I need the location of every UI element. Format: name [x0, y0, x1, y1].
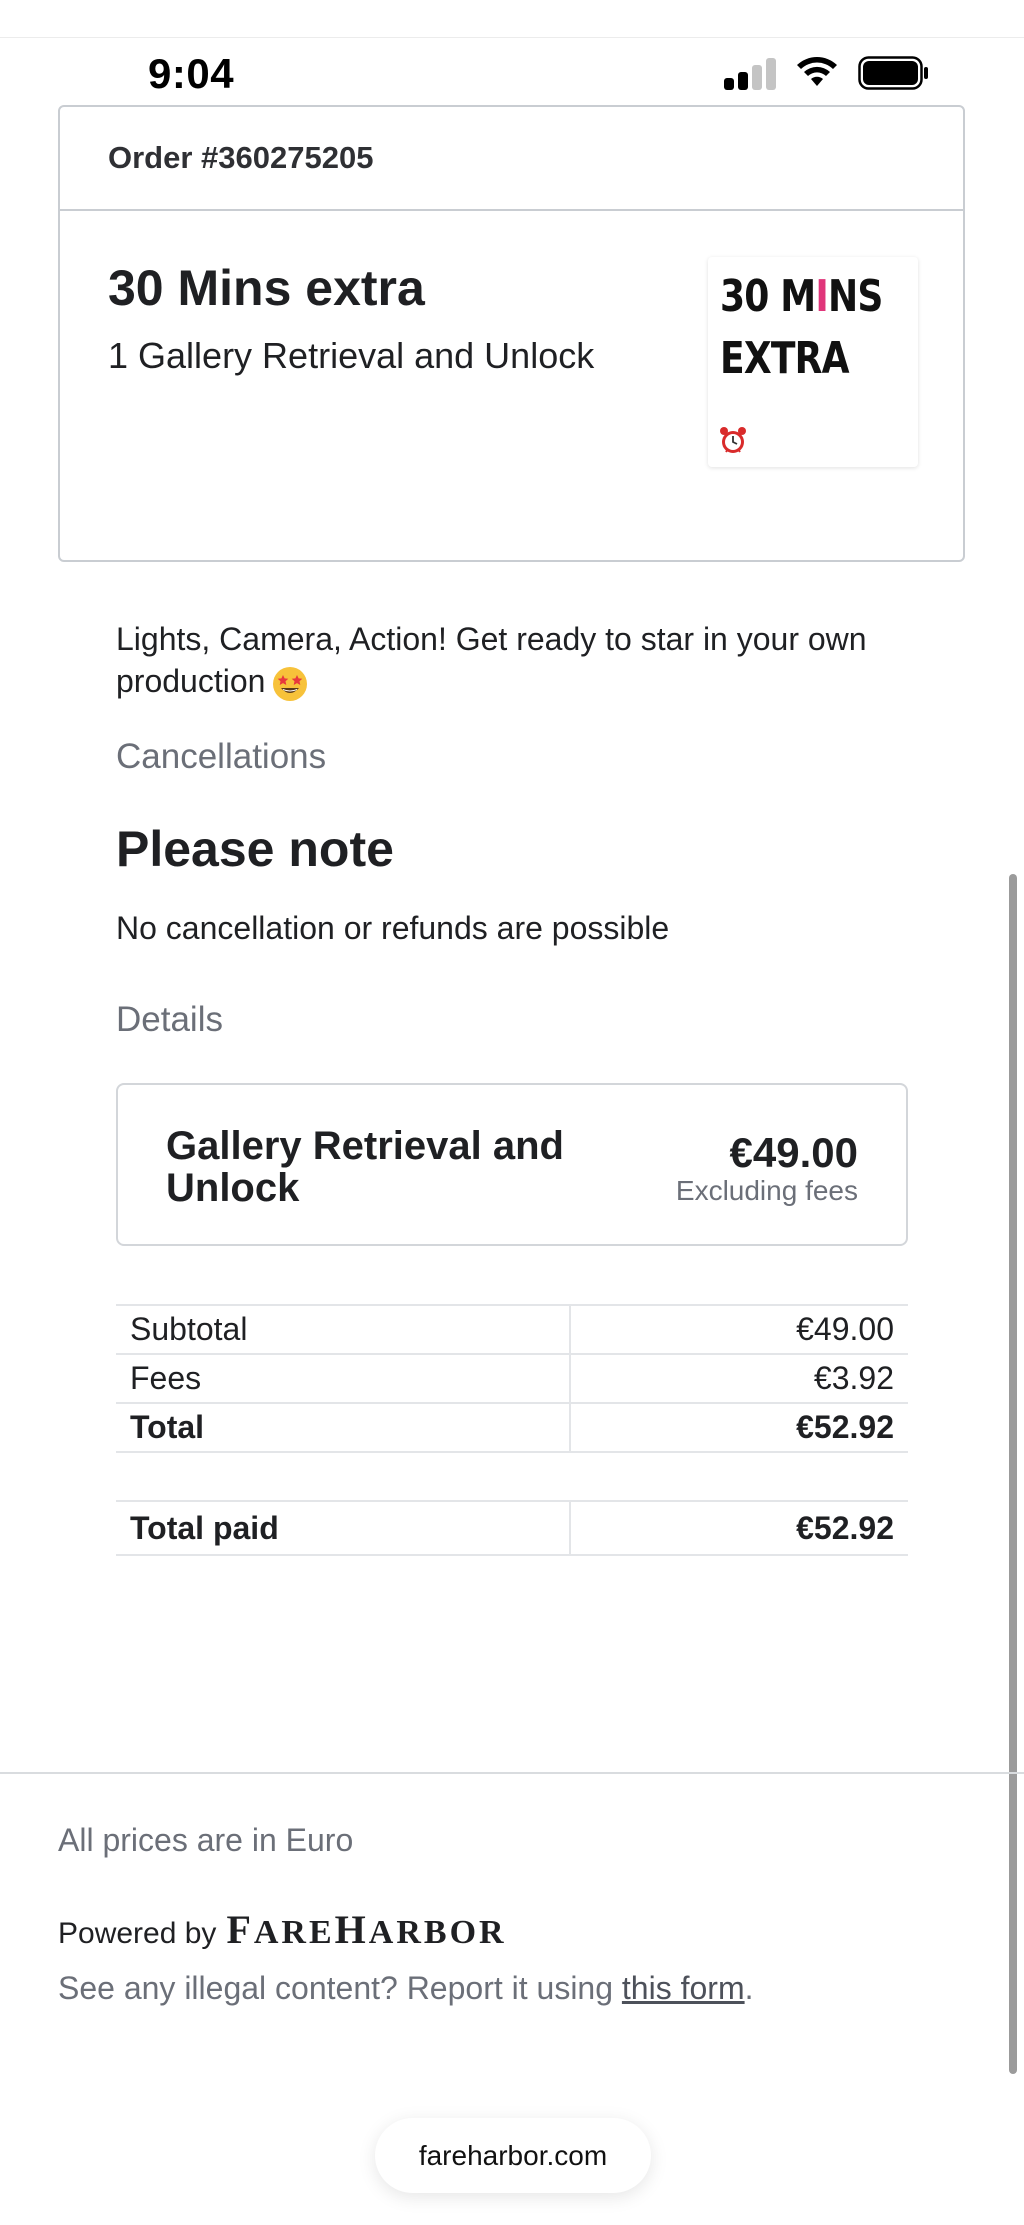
description-text: Lights, Camera, Action! Get ready to sta… — [116, 621, 867, 699]
total-paid-amount: €52.92 — [569, 1500, 908, 1556]
details-item-price: €49.00 — [729, 1129, 858, 1176]
report-content-text: See any illegal content? Report it using… — [58, 1970, 754, 2006]
total-label: Total — [116, 1402, 570, 1453]
signal-icon — [724, 58, 778, 90]
totals-table: Subtotal €49.00 Fees €3.92 Total €52.92 — [116, 1304, 908, 1453]
product-subtitle: 1 Gallery Retrieval and Unlock — [108, 335, 595, 376]
cancellation-policy-text: No cancellation or refunds are possible — [116, 910, 670, 946]
total-paid-label: Total paid — [116, 1500, 570, 1556]
cancellations-label: Cancellations — [116, 737, 327, 776]
status-bar: 9:04 — [0, 38, 1024, 106]
product-title: 30 Mins extra — [108, 260, 425, 316]
total-amount: €52.92 — [569, 1402, 908, 1453]
url-bar[interactable]: fareharbor.com — [375, 2118, 651, 2193]
details-card: Gallery Retrieval and Unlock €49.00 Excl… — [116, 1083, 908, 1246]
table-row: Fees €3.92 — [116, 1353, 908, 1403]
product-thumbnail: 30 MINS EXTRA — [708, 257, 918, 467]
wifi-icon — [797, 57, 837, 86]
powered-by-text: Powered by — [58, 1917, 217, 1950]
subtotal-amount: €49.00 — [569, 1304, 908, 1354]
table-row: Total €52.92 — [116, 1402, 908, 1453]
fees-amount: €3.92 — [569, 1353, 908, 1403]
order-header: Order #360275205 — [60, 107, 963, 211]
powered-by: Powered by FAREHARBOR — [58, 1906, 507, 1953]
battery-icon — [858, 56, 928, 90]
status-time: 9:04 — [148, 50, 235, 97]
top-edge — [0, 0, 1024, 38]
fees-label: Fees — [116, 1353, 570, 1403]
details-price-note: Excluding fees — [675, 1175, 858, 1206]
report-form-link[interactable]: this form — [622, 1970, 745, 2006]
scrollbar[interactable] — [1009, 874, 1017, 2074]
details-item-name: Gallery Retrieval and Unlock — [166, 1124, 564, 1210]
order-card: Order #360275205 30 Mins extra 1 Gallery… — [58, 105, 965, 562]
table-row: Subtotal €49.00 — [116, 1304, 908, 1354]
thumbnail-line-2: EXTRA — [720, 333, 850, 384]
order-number: Order #360275205 — [108, 140, 374, 175]
product-description: Lights, Camera, Action! Get ready to sta… — [116, 618, 906, 703]
table-row: Total paid €52.92 — [116, 1500, 908, 1556]
thumbnail-line-1: 30 MINS — [720, 271, 883, 322]
fareharbor-logo[interactable]: FAREHARBOR — [226, 1906, 506, 1953]
details-label: Details — [116, 1000, 223, 1039]
alarm-clock-icon — [720, 427, 746, 453]
url-domain: fareharbor.com — [418, 2139, 608, 2171]
currency-note: All prices are in Euro — [58, 1822, 354, 1858]
footer-divider — [0, 1772, 1024, 1774]
star-struck-face-icon — [273, 666, 308, 701]
total-paid-table: Total paid €52.92 — [116, 1500, 908, 1556]
please-note-heading: Please note — [116, 821, 394, 877]
subtotal-label: Subtotal — [116, 1304, 570, 1354]
